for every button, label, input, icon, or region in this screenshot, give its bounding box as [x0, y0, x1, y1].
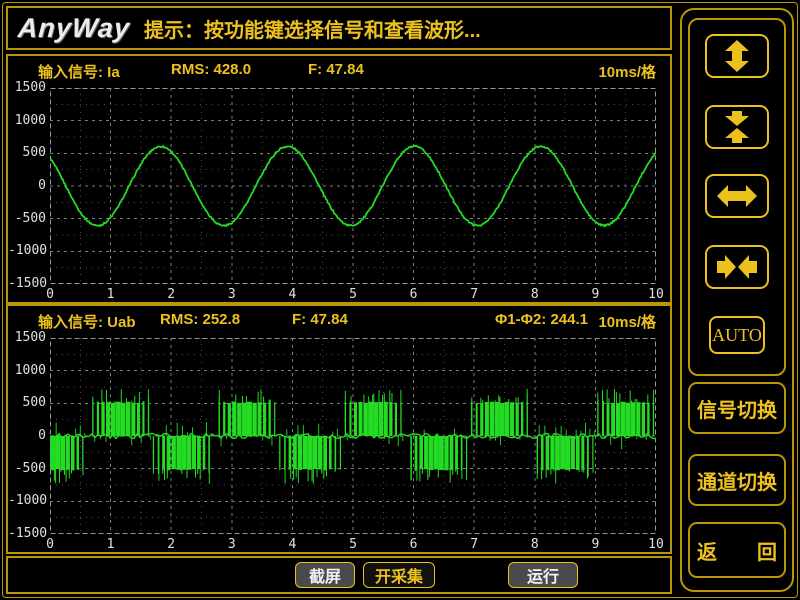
x-tick-label: 7: [470, 287, 478, 302]
x-tick-label: 9: [591, 537, 599, 552]
y-tick-label: 1000: [8, 363, 46, 378]
expand-vertical-icon: [717, 40, 757, 72]
compress-vertical-button[interactable]: [705, 105, 769, 149]
y-tick-label: -500: [8, 211, 46, 226]
start-acquisition-button[interactable]: 开采集: [363, 562, 435, 588]
x-tick-label: 4: [288, 537, 296, 552]
signal-label: 输入信号: Ia: [38, 61, 120, 82]
expand-horizontal-icon: [717, 180, 757, 212]
y-tick-label: -1500: [8, 526, 46, 541]
compress-horizontal-icon: [717, 251, 757, 283]
timebase-label: 10ms/格: [598, 311, 656, 332]
y-tick-label: 500: [8, 395, 46, 410]
signal-label: 输入信号: Uab: [38, 311, 136, 332]
signal-switch-button[interactable]: 信号切换: [688, 382, 786, 434]
x-tick-label: 5: [349, 537, 357, 552]
panel-header-uab: 输入信号: Uab RMS: 252.8 F: 47.84 Φ1-Φ2: 244…: [8, 311, 670, 333]
run-button[interactable]: 运行: [508, 562, 578, 588]
expand-horizontal-button[interactable]: [705, 174, 769, 218]
x-tick-label: 10: [648, 537, 664, 552]
waveform-panel-uab: 输入信号: Uab RMS: 252.8 F: 47.84 Φ1-Φ2: 244…: [6, 304, 672, 554]
brand-logo: AnyWay: [17, 13, 131, 44]
y-tick-label: 0: [8, 178, 46, 193]
y-tick-label: 1500: [8, 330, 46, 345]
timebase-label: 10ms/格: [598, 61, 656, 82]
y-tick-label: 1000: [8, 113, 46, 128]
x-tick-label: 10: [648, 287, 664, 302]
x-tick-label: 7: [470, 537, 478, 552]
x-tick-label: 0: [46, 287, 54, 302]
y-tick-label: -1500: [8, 276, 46, 291]
titlebar: AnyWay 提示：按功能键选择信号和查看波形...: [6, 6, 672, 50]
y-tick-label: 1500: [8, 80, 46, 95]
zoom-button-group: AUTO: [688, 18, 786, 376]
screenshot-button[interactable]: 截屏: [295, 562, 355, 588]
phase-value: Φ1-Φ2: 244.1: [495, 311, 588, 328]
analyzer-screen: AnyWay 提示：按功能键选择信号和查看波形... 输入信号: Ia RMS:…: [0, 0, 800, 600]
sidebar: AUTO 信号切换 通道切换 返 回: [680, 8, 794, 592]
freq-value: F: 47.84: [292, 311, 348, 328]
x-tick-label: 6: [410, 287, 418, 302]
y-tick-label: 0: [8, 428, 46, 443]
x-tick-label: 5: [349, 287, 357, 302]
expand-vertical-button[interactable]: [705, 34, 769, 78]
x-tick-label: 2: [167, 287, 175, 302]
x-tick-label: 8: [531, 287, 539, 302]
channel-switch-button[interactable]: 通道切换: [688, 454, 786, 506]
x-tick-label: 2: [167, 537, 175, 552]
y-tick-label: -1000: [8, 243, 46, 258]
y-tick-label: -1000: [8, 493, 46, 508]
tip-text: 提示：按功能键选择信号和查看波形...: [144, 14, 481, 43]
sine-waveform-plot: [50, 88, 656, 284]
x-tick-label: 8: [531, 537, 539, 552]
waveform-panel-ia: 输入信号: Ia RMS: 428.0 F: 47.84 10ms/格 1500…: [6, 54, 672, 304]
x-tick-label: 1: [107, 537, 115, 552]
rms-value: RMS: 428.0: [171, 61, 251, 78]
y-tick-label: 500: [8, 145, 46, 160]
return-button[interactable]: 返 回: [688, 522, 786, 578]
compress-vertical-icon: [717, 111, 757, 143]
x-tick-label: 1: [107, 287, 115, 302]
compress-horizontal-button[interactable]: [705, 245, 769, 289]
x-tick-label: 0: [46, 537, 54, 552]
x-tick-label: 3: [228, 537, 236, 552]
panel-header-ia: 输入信号: Ia RMS: 428.0 F: 47.84 10ms/格: [8, 61, 670, 83]
x-tick-label: 6: [410, 537, 418, 552]
pwm-waveform-plot: [50, 338, 656, 534]
auto-button[interactable]: AUTO: [709, 316, 765, 354]
x-tick-label: 9: [591, 287, 599, 302]
x-tick-label: 4: [288, 287, 296, 302]
bottom-toolbar: 截屏 开采集 运行: [6, 556, 672, 594]
freq-value: F: 47.84: [308, 61, 364, 78]
y-tick-label: -500: [8, 461, 46, 476]
rms-value: RMS: 252.8: [160, 311, 240, 328]
x-tick-label: 3: [228, 287, 236, 302]
